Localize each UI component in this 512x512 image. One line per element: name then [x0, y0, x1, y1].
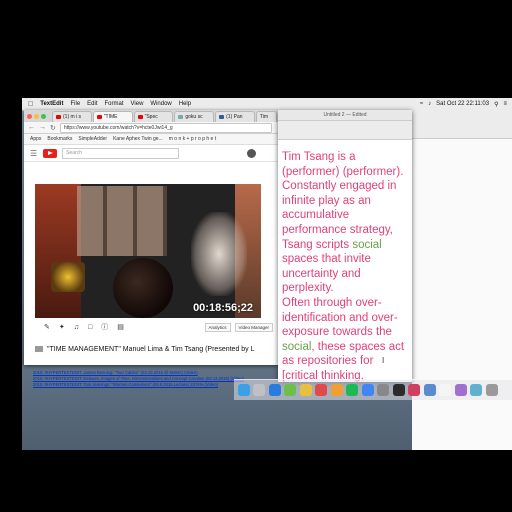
document-text[interactable]: Tim Tsang is a (performer) (performer). …	[282, 150, 410, 382]
video-manager-button[interactable]: Video Manager	[234, 322, 273, 332]
tab-bar: (1) m i s "TIME "Spec goku sc (1) Pan Ti…	[24, 110, 278, 122]
bookmark-bookmarks[interactable]: Bookmarks	[47, 136, 72, 142]
app-icon[interactable]	[454, 384, 467, 396]
preferences-icon[interactable]	[377, 384, 389, 396]
tab-4[interactable]: goku sc	[174, 111, 215, 122]
minimize-window-button[interactable]	[34, 114, 39, 119]
menu-window[interactable]: Window	[150, 101, 171, 107]
bookmark-simpleadder[interactable]: SimpleAdder	[78, 136, 107, 142]
youtube-header: ☰ Search	[24, 145, 278, 162]
photos-icon[interactable]	[330, 384, 343, 396]
address-row: ← → ↻ https://www.youtube.com/watch?v=hc…	[24, 122, 278, 134]
info-icon[interactable]: ⓘ	[101, 322, 108, 332]
text-cursor-icon: I	[382, 356, 385, 365]
forward-icon[interactable]: →	[39, 124, 46, 131]
dock	[234, 379, 512, 400]
app-store-icon[interactable]	[423, 384, 436, 396]
textedit-title: Untitled 2 — Edited	[278, 110, 412, 121]
textedit-icon[interactable]	[439, 384, 451, 396]
safari-icon[interactable]	[268, 384, 281, 396]
youtube-icon	[96, 115, 102, 119]
analytics-button[interactable]: Analytics	[204, 322, 231, 332]
tab-3[interactable]: "Spec	[133, 111, 174, 122]
tab-5[interactable]: (1) Pan	[215, 111, 255, 122]
menubar-clock[interactable]: Sat Oct 22 22:11:03	[436, 101, 489, 107]
video-title-text: "TIME MANAGEMENT" Manuel Lima & Tim Tsan…	[47, 345, 255, 353]
chrome-window: (1) m i s "TIME "Spec goku sc (1) Pan Ti…	[24, 110, 278, 365]
window-controls	[27, 114, 48, 119]
finder-icon[interactable]	[237, 384, 250, 396]
paragraph-2: Constantly engaged in infinite play as a…	[282, 180, 397, 295]
close-window-button[interactable]	[27, 114, 32, 119]
messages-icon[interactable]	[284, 384, 296, 396]
reload-icon[interactable]: ↻	[50, 124, 56, 132]
enhance-icon[interactable]: ✦	[59, 323, 65, 331]
youtube-logo-icon[interactable]	[43, 148, 58, 158]
menu-icon[interactable]: ☰	[30, 149, 37, 158]
tab-2-active[interactable]: "TIME	[92, 111, 133, 122]
video-player[interactable]: 00:18:56;22	[35, 184, 261, 318]
menu-extras: ≈ ♪ Sat Oct 22 22:11:03 ⚲ ≡	[420, 101, 512, 108]
notification-center-icon[interactable]: ≡	[503, 101, 507, 107]
zoom-window-button[interactable]	[41, 114, 46, 119]
spotify-icon[interactable]	[346, 384, 358, 396]
wifi-icon[interactable]: ≈	[420, 101, 423, 107]
subtitles-icon[interactable]: ▤	[117, 323, 124, 331]
menu-edit[interactable]: Edit	[87, 101, 97, 107]
menu-help[interactable]: Help	[179, 101, 191, 107]
desktop-screen:  TextEdit File Edit Format View Window …	[22, 98, 512, 450]
apple-icon[interactable]: 	[28, 101, 33, 108]
avatar[interactable]	[247, 148, 256, 158]
music-icon[interactable]	[408, 384, 420, 396]
playlist-icon	[35, 346, 43, 352]
folder-icon[interactable]	[470, 384, 482, 396]
youtube-icon	[137, 115, 143, 119]
facebook-icon	[219, 115, 225, 119]
bookmark-apps[interactable]: Apps	[30, 136, 41, 142]
background-window-toolbar	[412, 110, 512, 139]
page-icon	[178, 115, 184, 119]
bookmark-aphex[interactable]: Kane Aphex Twin ge...	[113, 136, 163, 142]
volume-icon[interactable]: ♪	[428, 101, 431, 107]
address-bar[interactable]: https://www.youtube.com/watch?v=hcte0Jwi…	[59, 122, 272, 133]
menu-app-name[interactable]: TextEdit	[40, 101, 63, 107]
menu-format[interactable]: Format	[105, 101, 124, 107]
notes-icon[interactable]	[299, 384, 312, 396]
annotations-icon[interactable]: □	[88, 324, 92, 331]
video-title: "TIME MANAGEMENT" Manuel Lima & Tim Tsan…	[35, 342, 273, 356]
menu-file[interactable]: File	[70, 101, 80, 107]
terminal-icon[interactable]	[392, 384, 405, 396]
chrome-icon[interactable]	[361, 384, 374, 396]
launchpad-icon[interactable]	[253, 384, 265, 396]
tab-1[interactable]: (1) m i s	[52, 111, 92, 122]
youtube-icon	[56, 115, 61, 119]
trash-icon[interactable]	[485, 384, 498, 396]
video-edit-controls: ✎ ✦ ♫ □ ⓘ ▤ Analytics Video Manager	[35, 320, 273, 334]
menu-view[interactable]: View	[131, 101, 144, 107]
bookmark-monk[interactable]: m o n k + p r o p h e t	[169, 136, 216, 142]
bookmarks-bar: Apps Bookmarks SimpleAdder Kane Aphex Tw…	[24, 134, 278, 145]
calendar-icon[interactable]	[315, 384, 327, 396]
back-icon[interactable]: ←	[28, 124, 35, 131]
audio-icon[interactable]: ♫	[74, 324, 79, 331]
paragraph-3: Often through over-identification and ov…	[282, 296, 405, 382]
textedit-window: Untitled 2 — Edited Tim Tsang is a (perf…	[278, 110, 412, 382]
paragraph-1: Tim Tsang is a (performer) (performer).	[282, 151, 404, 178]
tab-6[interactable]: Tim	[255, 111, 277, 122]
edit-icon[interactable]: ✎	[44, 323, 50, 331]
spotlight-icon[interactable]: ⚲	[494, 101, 498, 108]
textedit-toolbar	[278, 121, 412, 140]
video-timestamp: 00:18:56;22	[193, 302, 253, 314]
youtube-search-input[interactable]: Search	[62, 147, 180, 159]
